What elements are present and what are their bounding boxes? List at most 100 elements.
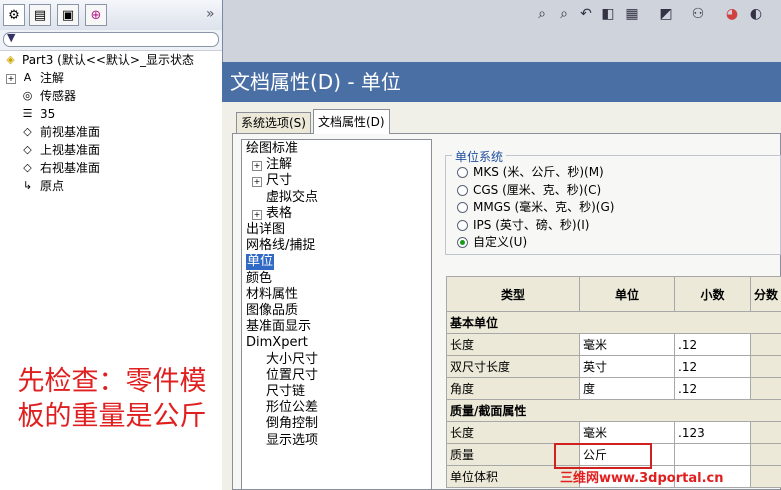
expand-toggle[interactable]: + (252, 161, 262, 172)
radio-button[interactable] (457, 184, 468, 196)
tree-item-label: 前视基准面 (40, 125, 101, 139)
type-cell: 角度 (446, 377, 580, 400)
nav-item[interactable]: 颜色 (246, 271, 272, 287)
nav-item[interactable]: 基准面显示 (246, 319, 311, 335)
properties-nav-tree: 绘图标准 + 注解 + 尺寸 虚拟交点 + 表格 出详图 网格线/捕捉 单位 颜色 材料属性 图像品质 基准… (241, 139, 432, 490)
nav-item[interactable]: 形位公差 (266, 400, 318, 416)
column-header-fractions: 分数 (750, 276, 781, 312)
tree-item-label: 上视基准面 (40, 143, 101, 157)
unit-dropdown[interactable]: 毫米 (579, 421, 675, 444)
radio-label: 自定义(U) (473, 235, 528, 249)
expand-toggle[interactable]: + (252, 177, 262, 188)
filter-input[interactable]: ▼ (3, 31, 219, 47)
expand-toggle[interactable]: + (6, 74, 16, 84)
table-row: 角度度 .12 (446, 377, 781, 400)
nav-item[interactable]: 网格线/捕捉 (246, 238, 315, 254)
nav-item[interactable]: 位置尺寸 (266, 368, 318, 384)
nav-item-label: 形位公差 (266, 400, 319, 416)
nav-item[interactable]: 倒角控制 (266, 416, 318, 432)
column-header-unit: 单位 (579, 276, 675, 312)
dimxpert-icon: ⊕ (90, 7, 102, 23)
mass-unit-highlight (554, 443, 652, 469)
table-row: 双尺寸长度 英寸 .12 (446, 355, 781, 378)
nav-item-label: 虚拟交点 (266, 189, 319, 205)
feature-manager-tab[interactable]: ⚙ (3, 4, 25, 26)
watermark: 三维网www.3dportal.cn (560, 471, 724, 486)
nav-item[interactable]: 大小尺寸 (266, 352, 318, 368)
decimals-dropdown[interactable] (674, 443, 751, 466)
nav-item-label: 注解 (266, 157, 293, 173)
more-tabs-button[interactable]: » (206, 6, 215, 22)
decimals-dropdown[interactable]: .12 (674, 377, 751, 400)
section-view-icon[interactable]: ◧ (599, 5, 617, 23)
view-orientation-icon[interactable]: ▦ (623, 5, 641, 23)
nav-item-label: 倒角控制 (266, 416, 319, 432)
radio-button[interactable] (457, 219, 468, 231)
section-title: 质量/截面属性 (446, 399, 781, 422)
decimals-dropdown[interactable]: .12 (674, 333, 751, 356)
fractions-cell (750, 421, 781, 444)
previous-view-icon[interactable]: ↶ (577, 5, 595, 23)
zoom-area-icon[interactable]: ⌕ (555, 5, 573, 23)
nav-item[interactable]: 材料属性 (246, 287, 298, 303)
radio-button[interactable] (457, 237, 468, 248)
hide-show-icon[interactable]: ⚇ (689, 5, 707, 23)
tree-item-label: 传感器 (40, 89, 77, 103)
expand-toggle[interactable]: + (252, 209, 262, 220)
scene-icon[interactable]: ◐ (747, 5, 765, 23)
type-cell: 长度 (446, 333, 580, 356)
table-section-row: 基本单位 (446, 311, 781, 334)
nav-item-label: 大小尺寸 (266, 351, 319, 367)
table-section-row: 质量/截面属性 (446, 399, 781, 422)
unit-dropdown[interactable]: 度 (579, 377, 675, 400)
nav-item-label: 基准面显示 (246, 319, 312, 335)
part-icon: ◈ (6, 52, 15, 66)
feature-manager-toolbar: ⚙ ▤ ▣ ⊕ » (0, 0, 222, 31)
nav-item[interactable]: 图像品质 (246, 303, 298, 319)
table-row: 长度 毫米 .12 (446, 333, 781, 356)
nav-item[interactable]: 单位 (246, 254, 275, 271)
tree-item-label: 原点 (40, 179, 65, 193)
radio-button[interactable] (457, 202, 468, 213)
fractions-cell (750, 377, 781, 400)
plane-icon: ◇ (23, 142, 32, 156)
type-cell: 双尺寸长度 (446, 355, 580, 378)
fractions-cell (750, 355, 781, 378)
nav-item[interactable]: DimXpert (246, 335, 308, 351)
feature-manager-icon: ⚙ (8, 7, 20, 23)
property-manager-icon: ▤ (33, 7, 47, 23)
nav-item[interactable]: + 尺寸 (252, 173, 292, 189)
dimxpert-tab[interactable]: ⊕ (85, 4, 107, 26)
plane-icon: ◇ (23, 160, 32, 174)
nav-item[interactable]: + 注解 (252, 157, 293, 173)
nav-item[interactable]: 虚拟交点 (266, 190, 318, 206)
type-cell: 长度 (446, 421, 580, 444)
tab-document-properties[interactable]: 文档属性(D) (313, 109, 390, 134)
nav-item-label: 绘图标准 (246, 141, 299, 156)
nav-item[interactable]: 显示选项 (266, 433, 318, 449)
column-header-type: 类型 (446, 276, 580, 312)
origin-icon: ↳ (22, 178, 33, 192)
nav-item[interactable]: 尺寸链 (266, 384, 305, 400)
filter-icon: ▼ (7, 31, 16, 44)
radio-label: MKS (米、公斤、秒)(M) (473, 165, 604, 179)
table-row: 长度 毫米 .123 (446, 421, 781, 444)
nav-item-label: 网格线/捕捉 (246, 238, 316, 254)
nav-item-label: 图像品质 (246, 303, 299, 318)
decimals-dropdown[interactable]: .123 (674, 421, 751, 444)
nav-item-label: 表格 (266, 205, 293, 221)
unit-dropdown[interactable]: 英寸 (579, 355, 675, 378)
configuration-manager-tab[interactable]: ▣ (57, 4, 79, 26)
unit-dropdown[interactable]: 毫米 (579, 333, 675, 356)
tab-system-options[interactable]: 系统选项(S) (236, 112, 311, 133)
nav-item[interactable]: 出详图 (246, 222, 285, 238)
display-style-icon[interactable]: ◩ (657, 5, 675, 23)
property-manager-tab[interactable]: ▤ (29, 4, 51, 26)
nav-item[interactable]: 绘图标准 (246, 141, 298, 157)
nav-item[interactable]: + 表格 (252, 205, 293, 222)
radio-button[interactable] (457, 167, 468, 178)
decimals-dropdown[interactable]: .12 (674, 355, 751, 378)
zoom-fit-icon[interactable]: ⌕ (533, 5, 551, 23)
view-toolbar: ⌕ ⌕ ↶ ◧ ▦ ◩ ⚇ ◕ ◐ (223, 0, 781, 62)
appearance-icon[interactable]: ◕ (723, 5, 741, 23)
